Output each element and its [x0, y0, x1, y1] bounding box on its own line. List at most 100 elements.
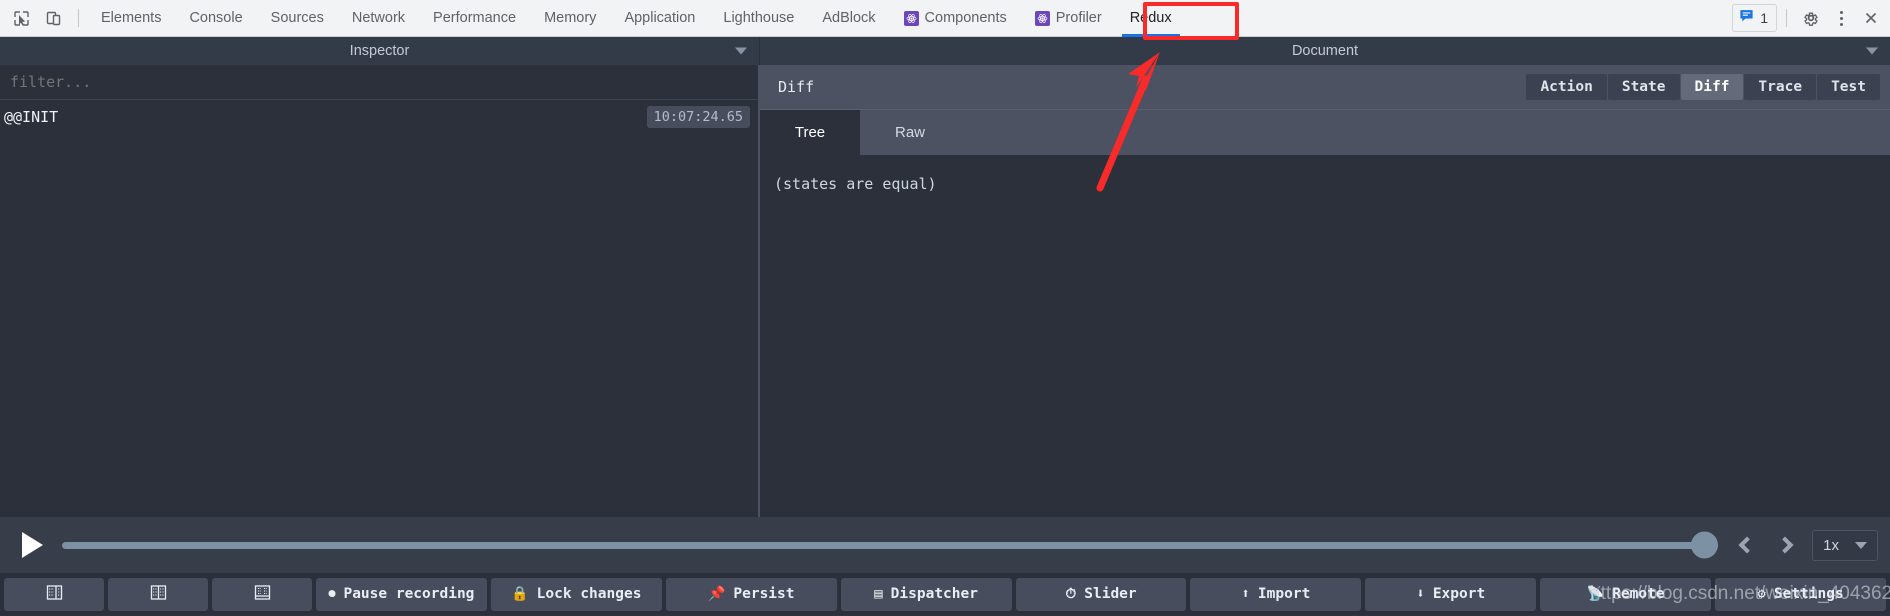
play-icon — [21, 532, 43, 558]
tab-components[interactable]: Components — [890, 0, 1021, 37]
export-label: Export — [1432, 586, 1486, 602]
devtools-toolbar-left-icons — [0, 4, 87, 32]
monitor-panel-headers: Inspector Document — [0, 37, 1890, 65]
previous-action-button[interactable] — [1728, 525, 1766, 565]
filter-input[interactable] — [0, 65, 758, 99]
close-icon[interactable] — [1856, 4, 1886, 32]
inspector-dropdown-icon[interactable] — [735, 47, 747, 55]
persist-button[interactable]: 📌 Persist — [665, 577, 837, 611]
import-icon: ⬆ — [1241, 586, 1250, 602]
next-action-button[interactable] — [1766, 525, 1804, 565]
remote-label: Remote — [1612, 586, 1665, 602]
monitor-tab-bar: Action State Diff Trace Test — [1525, 74, 1880, 100]
redux-devtools-panel: Inspector Document @@INIT 10:07:24.65 — [0, 37, 1890, 616]
tab-console-label: Console — [189, 10, 243, 26]
message-count-badge[interactable]: 1 — [1732, 4, 1777, 32]
settings-gear-icon: ⚙ — [1757, 586, 1766, 602]
monitor-title: Diff — [778, 78, 815, 96]
subtab-tree[interactable]: Tree — [760, 110, 860, 155]
inspector-title: Inspector — [349, 43, 410, 59]
devtools-toolbar-right: 1 — [1732, 4, 1890, 32]
devtools-toolbar: Elements Console Sources Network Perform… — [0, 0, 1890, 37]
import-button[interactable]: ⬆ Import — [1190, 577, 1362, 611]
tab-profiler-label: Profiler — [1055, 10, 1102, 26]
monitor-tab-action[interactable]: Action — [1526, 74, 1607, 100]
dispatcher-icon: ▤ — [874, 586, 883, 602]
document-dropdown-icon[interactable] — [1866, 47, 1878, 55]
lock-icon: 🔒 — [511, 586, 529, 602]
action-timestamp: 10:07:24.65 — [646, 105, 750, 128]
diff-content-area: (states are equal) — [760, 155, 1890, 517]
tab-redux[interactable]: Redux — [1116, 0, 1186, 37]
slider-track — [62, 541, 1719, 549]
tab-components-label: Components — [924, 10, 1007, 26]
lock-changes-button[interactable]: 🔒 Lock changes — [490, 577, 662, 611]
slider-thumb[interactable] — [1691, 531, 1719, 559]
export-button[interactable]: ⬇ Export — [1365, 577, 1537, 611]
layout-right-icon — [46, 584, 63, 605]
slider-icon: ⏱ — [1065, 586, 1077, 602]
lock-changes-label: Lock changes — [536, 586, 642, 602]
tab-adblock[interactable]: AdBlock — [808, 0, 889, 37]
import-label: Import — [1257, 586, 1311, 602]
tab-redux-label: Redux — [1129, 10, 1172, 26]
chevron-left-icon — [1738, 536, 1756, 554]
pause-recording-button[interactable]: ⏺ Pause recording — [316, 577, 487, 611]
action-list-item[interactable]: @@INIT 10:07:24.65 — [0, 100, 758, 133]
action-name: @@INIT — [4, 107, 59, 126]
slider-button[interactable]: ⏱ Slider — [1015, 577, 1187, 611]
tab-network[interactable]: Network — [338, 0, 419, 37]
remote-icon: 📡 — [1586, 586, 1605, 602]
dispatcher-button[interactable]: ▤ Dispatcher — [840, 577, 1012, 611]
tab-memory[interactable]: Memory — [530, 0, 610, 37]
pin-icon: 📌 — [707, 586, 726, 602]
bottom-toolbar: ⏺ Pause recording 🔒 Lock changes 📌 Persi… — [0, 573, 1890, 615]
chevron-right-icon — [1776, 536, 1794, 554]
play-button[interactable] — [12, 525, 52, 565]
layout-bottom-icon — [150, 584, 167, 605]
layout-bottom-button[interactable] — [108, 577, 208, 611]
device-toggle-icon[interactable] — [38, 4, 68, 32]
settings-button[interactable]: ⚙ Settings — [1715, 577, 1887, 611]
toolbar-divider — [78, 9, 79, 27]
tab-console[interactable]: Console — [175, 0, 256, 37]
tab-sources[interactable]: Sources — [257, 0, 338, 37]
message-icon — [1739, 8, 1754, 28]
playback-speed-select[interactable]: 1x — [1812, 529, 1878, 561]
time-travel-slider[interactable] — [62, 525, 1719, 565]
tab-network-label: Network — [351, 10, 406, 26]
redux-devtools-screen: Elements Console Sources Network Perform… — [0, 0, 1890, 616]
document-panel-header: Document — [760, 37, 1890, 65]
monitor-tab-trace[interactable]: Trace — [1744, 74, 1817, 100]
chevron-down-icon — [1855, 541, 1867, 549]
subtab-raw[interactable]: Raw — [860, 110, 960, 155]
layout-right-button[interactable] — [4, 577, 104, 611]
tab-application[interactable]: Application — [610, 0, 709, 37]
tab-memory-label: Memory — [544, 10, 597, 26]
message-count: 1 — [1760, 10, 1768, 26]
tab-elements[interactable]: Elements — [87, 0, 175, 37]
tab-profiler[interactable]: Profiler — [1021, 0, 1116, 37]
kebab-menu-icon[interactable] — [1828, 5, 1854, 31]
tab-performance[interactable]: Performance — [419, 0, 530, 37]
inspector-panel-header: Inspector — [0, 37, 760, 65]
pause-recording-icon: ⏺ — [328, 586, 336, 602]
gear-icon[interactable] — [1796, 4, 1826, 32]
pause-recording-label: Pause recording — [343, 586, 475, 602]
inspect-cursor-icon[interactable] — [6, 4, 36, 32]
tab-adblock-label: AdBlock — [822, 10, 876, 26]
document-title: Document — [1291, 43, 1359, 59]
monitor-tab-diff[interactable]: Diff — [1680, 74, 1744, 100]
tab-lighthouse-label: Lighthouse — [723, 10, 795, 26]
monitor-tab-state[interactable]: State — [1607, 74, 1680, 100]
diff-message: (states are equal) — [774, 175, 937, 193]
tab-lighthouse[interactable]: Lighthouse — [709, 0, 808, 37]
monitor-tab-test[interactable]: Test — [1817, 74, 1880, 100]
layout-full-icon — [254, 584, 271, 605]
layout-full-button[interactable] — [212, 577, 312, 611]
playback-speed-value: 1x — [1823, 536, 1839, 554]
remote-button[interactable]: 📡 Remote — [1540, 577, 1712, 611]
monitor-panes: @@INIT 10:07:24.65 Diff Action State Dif… — [0, 65, 1890, 517]
tab-application-label: Application — [624, 10, 696, 26]
inspector-action-list: @@INIT 10:07:24.65 — [0, 65, 760, 517]
